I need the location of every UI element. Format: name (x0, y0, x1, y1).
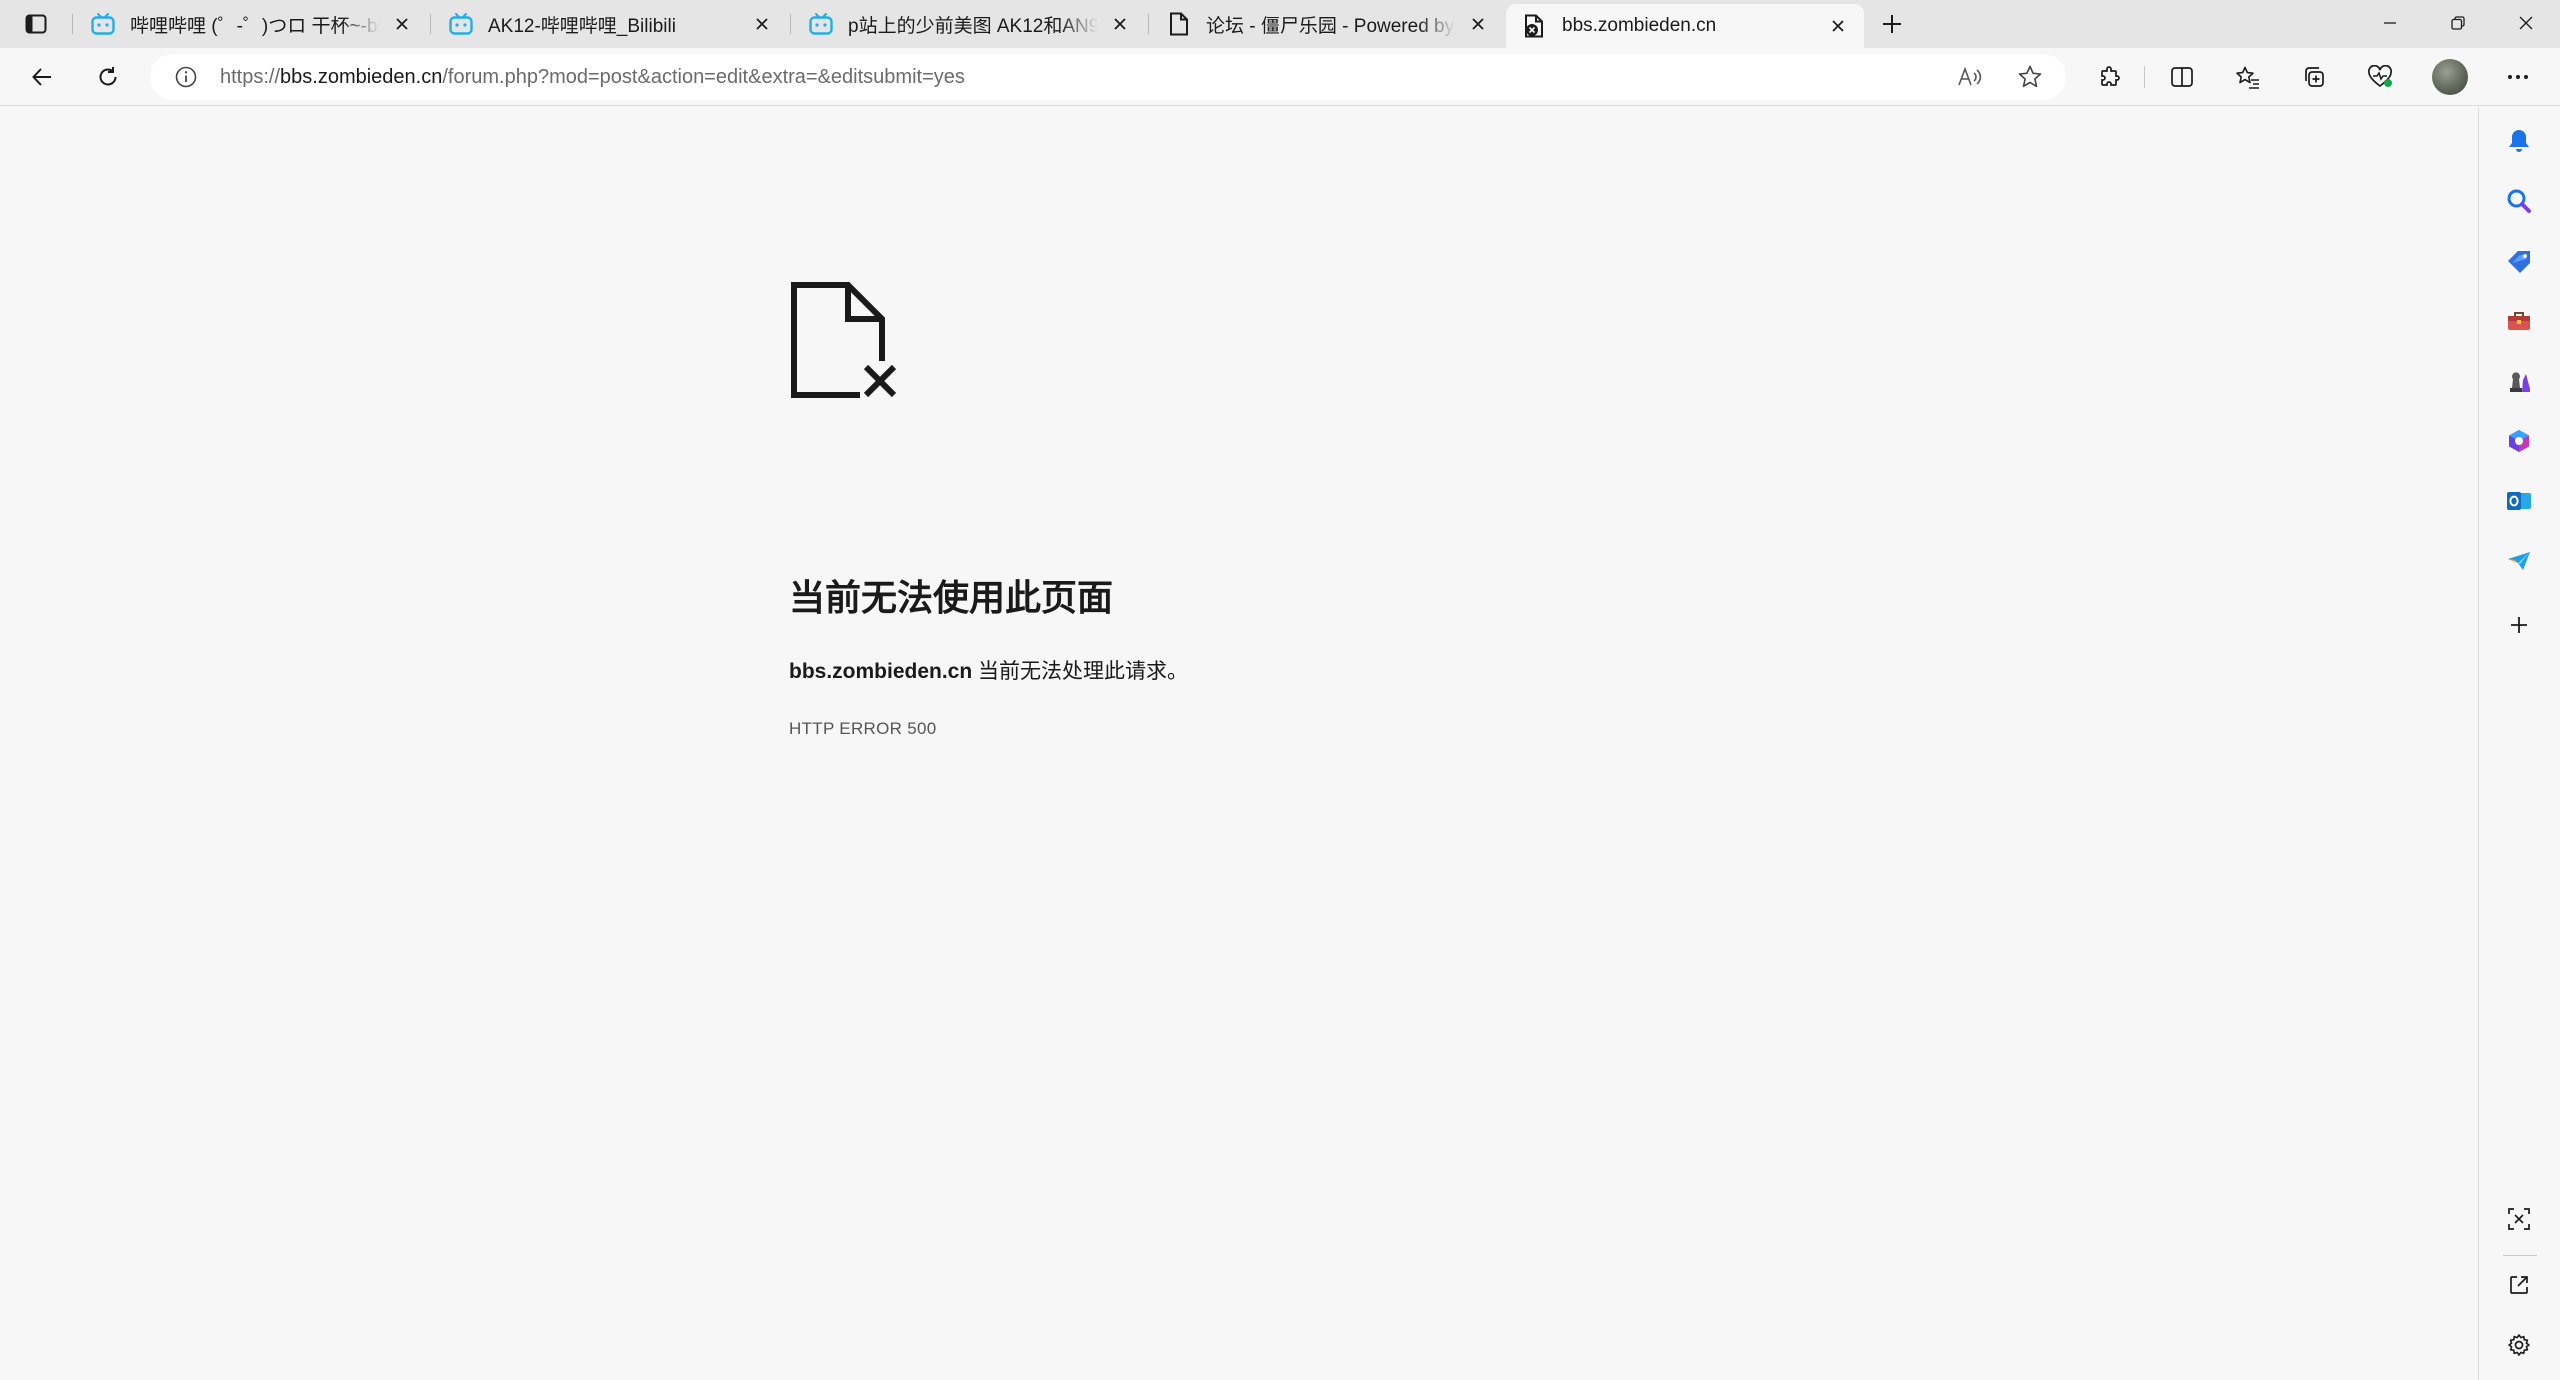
error-description: bbs.zombieden.cn 当前无法处理此请求。 (789, 655, 1188, 685)
arrow-left-icon (32, 68, 51, 86)
close-icon[interactable] (1464, 10, 1492, 38)
sidebar-games[interactable] (2499, 361, 2539, 401)
url-path: /forum.php?mod=post&action=edit&extra=&e… (442, 65, 965, 88)
error-page: 当前无法使用此页面 bbs.zombieden.cn 当前无法处理此请求。 HT… (0, 107, 2478, 1380)
refresh-icon (99, 67, 117, 86)
close-icon[interactable] (1824, 12, 1852, 40)
sidebar-outlook[interactable] (2499, 481, 2539, 521)
split-screen-icon (2171, 67, 2193, 87)
sidebar-separator (2503, 1255, 2537, 1256)
favorites-button[interactable] (2228, 57, 2268, 97)
refresh-button[interactable] (88, 57, 128, 97)
toolbox-icon (2508, 312, 2530, 330)
sidebar-tools[interactable] (2499, 301, 2539, 341)
more-dots-icon (2508, 75, 2528, 79)
navigation-toolbar: https://bbs.zombieden.cn/forum.php?mod=p… (0, 48, 2560, 106)
profile-avatar[interactable] (2432, 59, 2468, 95)
sidebar-search[interactable] (2499, 181, 2539, 221)
sidebar-add-button[interactable] (2499, 605, 2539, 645)
error-message: 当前无法处理此请求。 (972, 660, 1189, 683)
info-icon[interactable] (170, 61, 202, 93)
error-title: 当前无法使用此页面 (789, 577, 1114, 618)
sidebar-open-window[interactable] (2499, 1265, 2539, 1305)
tab-title: p站上的少前美图 AK12和AN94都 (848, 15, 1098, 37)
favorite-star-icon[interactable] (2014, 61, 2046, 93)
back-button[interactable] (22, 57, 62, 97)
read-aloud-icon[interactable] (1954, 61, 1986, 93)
tab-actions-icon (25, 14, 47, 34)
tab-zombieden-error[interactable]: bbs.zombieden.cn (1506, 4, 1864, 48)
minimize-button[interactable] (2356, 0, 2424, 46)
address-bar[interactable]: https://bbs.zombieden.cn/forum.php?mod=p… (150, 54, 2066, 100)
bilibili-icon (448, 11, 474, 37)
external-link-icon (2510, 1276, 2528, 1294)
page-icon (1166, 11, 1192, 37)
tab-strip: 哔哩哔哩 (゜-゜)つロ 干杯~-bilibili AK12-哔哩哔哩_Bili… (0, 0, 2560, 48)
url-prefix: https:// (220, 65, 281, 88)
close-icon[interactable] (748, 10, 776, 38)
close-icon[interactable] (388, 10, 416, 38)
tab-title: AK12-哔哩哔哩_Bilibili (488, 15, 676, 37)
tab-title: 论坛 - 僵尸乐园 - Powered by Discuz! (1206, 15, 1456, 37)
favorites-list-icon (2236, 66, 2259, 89)
broken-page-icon (1522, 13, 1548, 39)
close-window-button[interactable] (2492, 0, 2560, 46)
sidebar-drop[interactable] (2499, 541, 2539, 581)
tab-actions-button[interactable] (16, 8, 56, 40)
sidebar-screenshot[interactable] (2499, 1199, 2539, 1239)
paper-plane-icon (2508, 552, 2530, 570)
screenshot-icon (2508, 1208, 2530, 1230)
bilibili-icon (90, 11, 116, 37)
tab-title: 哔哩哔哩 (゜-゜)つロ 干杯~-bilibili (130, 15, 380, 37)
tab-ak12-bilibili[interactable]: AK12-哔哩哔哩_Bilibili (432, 4, 788, 44)
price-tag-icon (2508, 251, 2530, 273)
plus-icon (2511, 617, 2527, 633)
puzzle-icon (2101, 66, 2120, 86)
new-tab-button[interactable] (1872, 8, 1912, 40)
collections-icon (2305, 67, 2324, 87)
tab-pixiv-art[interactable]: p站上的少前美图 AK12和AN94都 (792, 4, 1146, 44)
bell-icon (2509, 130, 2529, 152)
extensions-button[interactable] (2090, 57, 2130, 97)
gear-icon (2508, 1334, 2530, 1356)
tab-zombieden-forum[interactable]: 论坛 - 僵尸乐园 - Powered by Discuz! (1150, 4, 1504, 44)
heart-pulse-icon (2368, 65, 2392, 88)
sidebar-notifications[interactable] (2499, 121, 2539, 161)
error-host: bbs.zombieden.cn (789, 660, 973, 683)
bilibili-icon (808, 11, 834, 37)
restore-icon (2451, 16, 2465, 30)
url-host: bbs.zombieden.cn (280, 65, 443, 88)
tab-separator (1148, 14, 1149, 34)
broken-document-icon (791, 282, 902, 399)
plus-icon (1883, 15, 1901, 33)
tab-separator (72, 14, 73, 34)
edge-sidebar (2478, 107, 2560, 1380)
browser-essentials-button[interactable] (2360, 57, 2400, 97)
sidebar-settings[interactable] (2499, 1325, 2539, 1365)
tab-title: bbs.zombieden.cn (1562, 15, 1717, 36)
tab-separator (430, 14, 431, 34)
close-icon (2519, 16, 2533, 30)
sidebar-shopping[interactable] (2499, 241, 2539, 281)
close-icon[interactable] (1106, 10, 1134, 38)
error-code: HTTP ERROR 500 (789, 719, 937, 738)
settings-more-button[interactable] (2498, 57, 2538, 97)
minimize-icon (2384, 22, 2396, 24)
outlook-icon (2507, 492, 2531, 510)
toolbar-separator (2144, 66, 2145, 88)
chess-piece-icon (2510, 372, 2530, 392)
search-icon (2507, 189, 2531, 213)
restore-button[interactable] (2424, 0, 2492, 46)
tab-bilibili-home[interactable]: 哔哩哔哩 (゜-゜)つロ 干杯~-bilibili (74, 4, 428, 44)
office-icon (2509, 430, 2529, 452)
collections-button[interactable] (2294, 57, 2334, 97)
sidebar-microsoft365[interactable] (2499, 421, 2539, 461)
split-screen-button[interactable] (2162, 57, 2202, 97)
url-text[interactable]: https://bbs.zombieden.cn/forum.php?mod=p… (220, 66, 965, 89)
tab-separator (790, 14, 791, 34)
